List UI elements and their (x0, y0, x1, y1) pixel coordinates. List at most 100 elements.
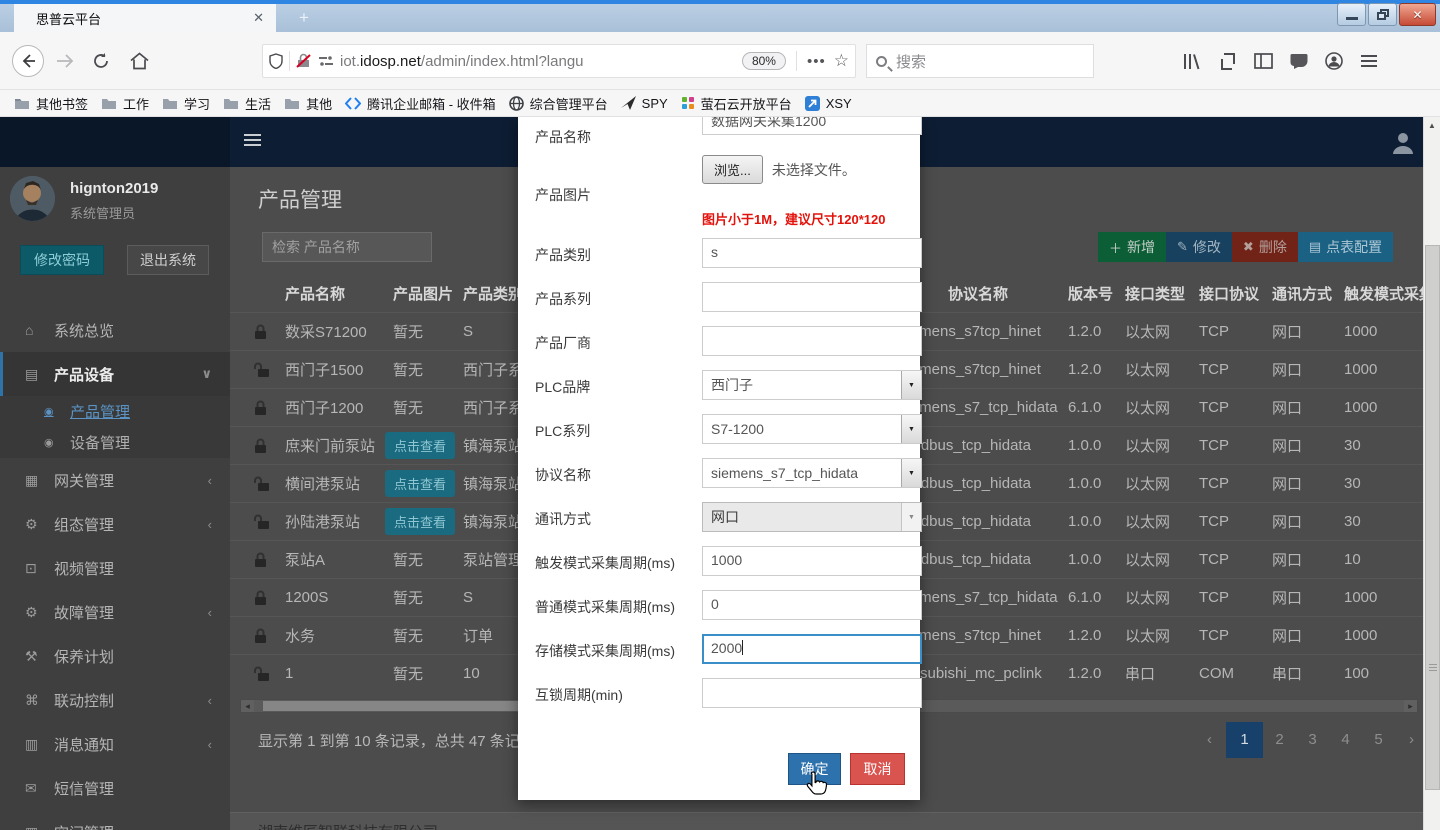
bookmark-folder-study[interactable]: 学习 (162, 94, 210, 113)
edit-button[interactable]: ✎修改 (1166, 232, 1232, 262)
bookmark-xsy[interactable]: XSY (805, 96, 852, 111)
logout-button[interactable]: 退出系统 (127, 245, 209, 275)
point-table-config-button[interactable]: ▤点表配置 (1298, 232, 1393, 262)
navbar-user-icon[interactable] (1392, 130, 1414, 154)
browse-button[interactable]: 浏览... (702, 155, 763, 184)
sidebar-item-fault[interactable]: ⚙故障管理‹ (0, 590, 230, 634)
sidebar-item-product-mgmt[interactable]: ◉产品管理 (0, 396, 230, 427)
lock-cell[interactable] (230, 590, 285, 606)
pagination-page-5[interactable]: 5 (1362, 722, 1395, 758)
lock-cell[interactable] (230, 400, 285, 416)
storage-period-input[interactable]: 2000 (702, 634, 922, 664)
pagination-prev[interactable]: ‹ (1193, 722, 1226, 758)
scrollbar-thumb[interactable] (263, 701, 561, 711)
bookmark-tencent-mail[interactable]: 腾讯企业邮箱 - 收件箱 (345, 94, 496, 113)
scrollbar-thumb[interactable] (1425, 245, 1440, 790)
reload-button[interactable] (92, 52, 110, 70)
sidebar-item-device-mgmt[interactable]: ◉设备管理 (0, 427, 230, 458)
account-icon[interactable] (1325, 52, 1343, 70)
sidebar-item-video[interactable]: ⊡视频管理 (0, 546, 230, 590)
sidebar-item-notifications[interactable]: ▥消息通知‹ (0, 722, 230, 766)
view-image-button[interactable]: 点击查看 (385, 508, 455, 535)
product-search-input[interactable] (262, 232, 432, 262)
close-button[interactable]: ✕ (1399, 3, 1436, 26)
change-password-button[interactable]: 修改密码 (20, 245, 104, 275)
sidebar-item-sms[interactable]: ✉短信管理 (0, 766, 230, 810)
permissions-icon[interactable] (318, 55, 334, 67)
sidebar-item-maintenance[interactable]: ⚒保养计划 (0, 634, 230, 678)
sidebar-item-overview[interactable]: ⌂系统总览 (0, 308, 230, 352)
restore-button[interactable] (1368, 3, 1397, 26)
dropdown-arrow-icon[interactable] (901, 459, 921, 487)
page-actions-icon[interactable]: ••• (807, 53, 826, 70)
insecure-lock-icon[interactable] (296, 53, 311, 69)
pagination-page-3[interactable]: 3 (1296, 722, 1329, 758)
plc-brand-select[interactable]: 西门子 (702, 370, 922, 400)
search-bar[interactable]: 搜索 (866, 44, 1094, 78)
dropdown-arrow-icon[interactable] (901, 415, 921, 443)
add-button[interactable]: ＋新增 (1098, 232, 1166, 262)
col-header-image[interactable]: 产品图片 (393, 283, 463, 304)
sidebar-item-products[interactable]: ▤产品设备∨ (0, 352, 230, 396)
dropdown-arrow-icon[interactable] (901, 371, 921, 399)
col-header-trigger[interactable]: 触发模式采集 (1344, 283, 1423, 304)
bookmark-ezviz[interactable]: 萤石云开放平台 (681, 94, 792, 113)
url-bar[interactable]: iot.idosp.net/admin/index.html?langu 80%… (262, 44, 856, 78)
manufacturer-input[interactable] (702, 326, 922, 356)
lock-cell[interactable] (230, 324, 285, 340)
lock-cell[interactable] (230, 438, 285, 454)
col-header-comm[interactable]: 通讯方式 (1272, 283, 1344, 304)
bookmark-folder-work[interactable]: 工作 (101, 94, 149, 113)
library-icon[interactable] (1183, 53, 1202, 70)
tab-close-icon[interactable]: ✕ (253, 10, 264, 26)
forward-button[interactable] (56, 54, 74, 68)
bookmark-folder-misc[interactable]: 其他 (284, 94, 332, 113)
pagination-page-1[interactable]: 1 (1226, 722, 1263, 758)
pagination-page-2[interactable]: 2 (1263, 722, 1296, 758)
plc-series-select[interactable]: S7-1200 (702, 414, 922, 444)
cancel-button[interactable]: 取消 (850, 753, 905, 785)
col-header-version[interactable]: 版本号 (1068, 283, 1125, 304)
col-header-iface-protocol[interactable]: 接口协议 (1199, 283, 1272, 304)
pagination-next[interactable]: › (1395, 722, 1423, 758)
bookmark-spy[interactable]: SPY (621, 96, 668, 111)
category-input[interactable]: s (702, 238, 922, 268)
lock-cell[interactable] (230, 476, 285, 492)
bookmark-star-icon[interactable]: ☆ (834, 51, 849, 71)
view-image-button[interactable]: 点击查看 (385, 432, 455, 459)
sidebar-item-gateway[interactable]: ▦网关管理‹ (0, 458, 230, 502)
sidebar-toggle-icon[interactable] (1254, 53, 1273, 69)
interlock-period-input[interactable] (702, 678, 922, 708)
col-header-protocol[interactable]: 协议名称 (900, 283, 1068, 304)
sidebar-item-space[interactable]: ▦空间管理‹ (0, 810, 230, 830)
back-button[interactable] (12, 45, 44, 77)
delete-button[interactable]: ✖删除 (1232, 232, 1298, 262)
sidebar-item-scada[interactable]: ⚙组态管理‹ (0, 502, 230, 546)
vertical-scrollbar[interactable]: ▲ (1423, 117, 1440, 830)
sidebar-item-linkage[interactable]: ⌘联动控制‹ (0, 678, 230, 722)
bookmark-folder-other[interactable]: 其他书签 (14, 94, 88, 113)
url-text[interactable]: iot.idosp.net/admin/index.html?langu (340, 53, 742, 70)
trigger-period-input[interactable]: 1000 (702, 546, 922, 576)
zoom-level-badge[interactable]: 80% (742, 52, 786, 70)
new-tab-button[interactable]: + (292, 7, 316, 29)
col-header-iface-type[interactable]: 接口类型 (1125, 283, 1199, 304)
scroll-up-arrow[interactable]: ▲ (1424, 117, 1440, 134)
lock-cell[interactable] (230, 514, 285, 530)
screenshot-crop-icon[interactable] (1219, 53, 1237, 70)
product-name-input[interactable]: 数据网关采集1200 (702, 117, 922, 135)
sidebar-collapse-icon[interactable] (244, 134, 261, 149)
lock-cell[interactable] (230, 666, 285, 682)
scroll-left-arrow[interactable]: ◂ (241, 700, 254, 712)
lock-cell[interactable] (230, 628, 285, 644)
scroll-right-arrow[interactable]: ▸ (1404, 700, 1417, 712)
protocol-select[interactable]: siemens_s7_tcp_hidata (702, 458, 922, 488)
bookmark-mgmt-platform[interactable]: 综合管理平台 (509, 94, 608, 113)
lock-cell[interactable] (230, 552, 285, 568)
series-input[interactable] (702, 282, 922, 312)
tracking-shield-icon[interactable] (269, 53, 283, 69)
pocket-chat-icon[interactable] (1290, 53, 1308, 69)
view-image-button[interactable]: 点击查看 (385, 470, 455, 497)
lock-cell[interactable] (230, 362, 285, 378)
minimize-button[interactable] (1337, 3, 1366, 26)
